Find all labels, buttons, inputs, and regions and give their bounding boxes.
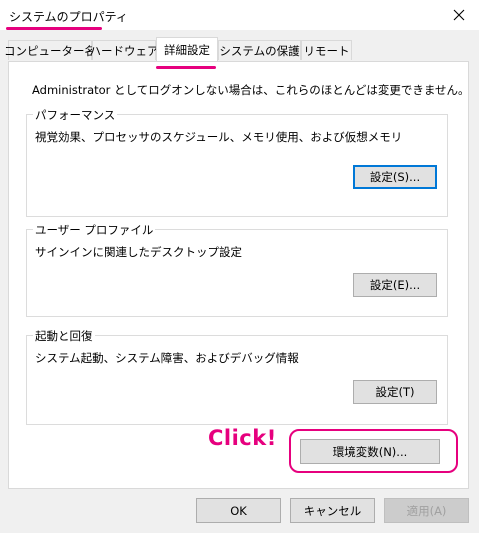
close-icon (453, 9, 465, 21)
cancel-button[interactable]: キャンセル (290, 498, 375, 523)
tab-hardware[interactable]: ハードウェア (90, 40, 159, 60)
window-title: システムのプロパティ (9, 10, 128, 24)
startup-recovery-settings-button[interactable]: 設定(T) (353, 380, 437, 404)
ok-button[interactable]: OK (196, 498, 281, 523)
user-profile-settings-button[interactable]: 設定(E)... (353, 273, 437, 297)
user-profile-description: サインインに関連したデスクトップ設定 (35, 245, 242, 259)
startup-recovery-group: 起動と回復 システム起動、システム障害、およびデバッグ情報 設定(T) (26, 328, 448, 425)
user-profile-legend: ユーザー プロファイル (33, 222, 156, 238)
user-profile-group: ユーザー プロファイル サインインに関連したデスクトップ設定 設定(E)... (26, 222, 448, 317)
click-highlight-box (289, 429, 458, 473)
close-button[interactable] (439, 0, 479, 30)
startup-recovery-legend: 起動と回復 (33, 328, 95, 344)
tab-remote[interactable]: リモート (301, 40, 352, 60)
startup-recovery-description: システム起動、システム障害、およびデバッグ情報 (35, 351, 299, 365)
title-highlight-underline (6, 27, 102, 30)
performance-legend: パフォーマンス (33, 107, 118, 123)
admin-notice: Administrator としてログオンしない場合は、これらのほとんどは変更で… (32, 83, 470, 97)
tab-system-protection[interactable]: システムの保護 (218, 40, 301, 60)
tab-computer-name[interactable]: コンピューター名 (4, 40, 96, 60)
performance-description: 視覚効果、プロセッサのスケジュール、メモリ使用、および仮想メモリ (35, 130, 403, 144)
advanced-tab-panel: Administrator としてログオンしない場合は、これらのほとんどは変更で… (8, 61, 470, 489)
click-annotation: Click! (208, 426, 277, 450)
tab-highlight-underline (156, 66, 216, 69)
apply-button[interactable]: 適用(A) (384, 498, 469, 523)
title-bar: システムのプロパティ (0, 0, 479, 30)
performance-group: パフォーマンス 視覚効果、プロセッサのスケジュール、メモリ使用、および仮想メモリ… (26, 107, 448, 217)
tab-advanced[interactable]: 詳細設定 (156, 37, 218, 61)
performance-settings-button[interactable]: 設定(S)... (353, 165, 437, 189)
